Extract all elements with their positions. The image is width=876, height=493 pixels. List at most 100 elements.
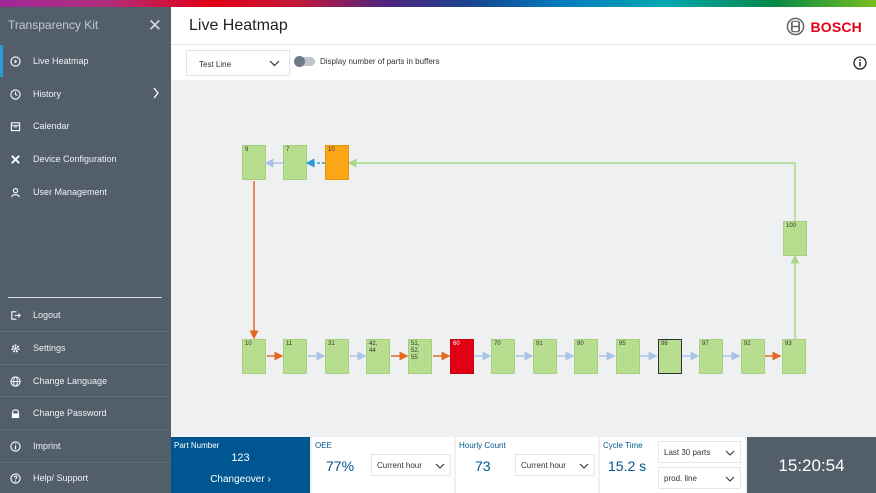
station[interactable]: 10 <box>242 339 266 374</box>
sidebar-item-label: User Management <box>33 187 108 197</box>
station[interactable]: 10 <box>325 145 349 180</box>
part-number-value: 123 <box>231 452 250 464</box>
chevron-down-icon <box>435 462 445 471</box>
chevron-down-icon <box>579 462 589 471</box>
sidebar-item-label: Settings <box>33 343 66 353</box>
sidebar-item-imprint[interactable]: Imprint <box>0 430 171 462</box>
sidebar-item-label: Help/ Support <box>33 473 89 483</box>
station[interactable]: 97 <box>699 339 723 374</box>
station[interactable]: 100 <box>783 221 807 256</box>
hourly-count-value: 73 <box>475 458 491 474</box>
line-select-value: Test Line <box>199 60 232 69</box>
part-number-card: Part Number 123 Changeover › <box>171 437 310 493</box>
sidebar-item-help-support[interactable]: Help/ Support <box>0 462 171 493</box>
chevron-down-icon <box>725 475 735 484</box>
station[interactable]: 93 <box>782 339 806 374</box>
info-icon <box>8 439 22 453</box>
sidebar-item-user-management[interactable]: User Management <box>0 176 171 208</box>
station[interactable]: 11 <box>283 339 307 374</box>
chevron-down-icon <box>269 60 280 69</box>
sidebar-divider <box>8 297 162 298</box>
sidebar-item-label: Calendar <box>33 121 70 131</box>
sidebar-item-label: History <box>33 89 62 99</box>
oee-period-value: Current hour <box>377 461 422 470</box>
bosch-armature-icon <box>787 17 805 36</box>
sidebar-item-label: Device Configuration <box>33 154 117 164</box>
station[interactable]: 42, 44 <box>366 339 390 374</box>
station[interactable]: 92 <box>741 339 765 374</box>
line-select[interactable]: Test Line <box>186 50 290 76</box>
station[interactable]: 70 <box>491 339 515 374</box>
tools-icon <box>8 152 22 166</box>
station[interactable]: 80 <box>574 339 598 374</box>
close-icon[interactable]: ✕ <box>148 17 162 34</box>
chevron-down-icon <box>725 449 735 458</box>
sidebar-item-label: Logout <box>33 310 61 320</box>
bosch-logo: BOSCH <box>786 17 862 36</box>
help-icon <box>8 471 22 485</box>
toolbar: Test Line Display number of parts in buf… <box>171 45 876 80</box>
cycle-scope-select[interactable]: prod. line <box>658 467 741 489</box>
app-title: Transparency Kit <box>8 18 99 32</box>
station[interactable]: 31 <box>325 339 349 374</box>
cycle-scope-value: prod. line <box>664 474 697 483</box>
kpi-bar: Part Number 123 Changeover › OEE 77% Cur… <box>171 437 876 493</box>
info-icon[interactable] <box>853 56 867 70</box>
brand-name: BOSCH <box>810 18 862 35</box>
calendar-icon <box>8 119 22 133</box>
gear-icon <box>8 341 22 355</box>
sidebar-item-calendar[interactable]: Calendar <box>0 110 171 142</box>
user-icon <box>8 185 22 199</box>
clock-icon <box>8 87 22 101</box>
oee-period-select[interactable]: Current hour <box>371 454 451 476</box>
clock-card: 15:20:54 <box>747 437 876 493</box>
sidebar-item-label: Change Password <box>33 408 107 418</box>
cycle-range-value: Last 30 parts <box>664 448 711 457</box>
cycle-time-value: 15.2 s <box>608 458 647 474</box>
buffer-count-toggle-label: Display number of parts in buffers <box>320 57 440 66</box>
changeover-label: Changeover <box>210 474 265 485</box>
oee-label: OEE <box>315 441 332 450</box>
clock: 15:20:54 <box>778 456 845 475</box>
cycle-time-card: Cycle Time 15.2 s Last 30 parts prod. li… <box>600 437 745 493</box>
heatmap-canvas: 9 7 10 100 10 11 31 42, 44 51, 52, 55 60… <box>171 80 876 437</box>
flow-arrow <box>347 158 796 221</box>
sidebar: Transparency Kit ✕ Live Heatmap History … <box>0 7 171 493</box>
buffer-count-toggle[interactable] <box>294 56 315 67</box>
station[interactable]: 95 <box>616 339 640 374</box>
sidebar-item-logout[interactable]: Logout <box>0 299 171 331</box>
flow-lines <box>249 158 800 361</box>
cycle-time-label: Cycle Time <box>603 441 643 450</box>
cycle-range-select[interactable]: Last 30 parts <box>658 441 741 463</box>
page-title: Live Heatmap <box>189 17 288 34</box>
play-circle-icon <box>8 54 22 68</box>
sidebar-item-device-configuration[interactable]: Device Configuration <box>0 143 171 175</box>
oee-card: OEE 77% Current hour <box>312 437 454 493</box>
station[interactable]: 7 <box>283 145 307 180</box>
header: Live Heatmap BOSCH <box>171 7 876 45</box>
hourly-period-select[interactable]: Current hour <box>515 454 595 476</box>
sidebar-item-label: Imprint <box>33 441 61 451</box>
changeover-button[interactable]: Changeover › <box>171 474 310 485</box>
brand-color-bar <box>0 0 876 7</box>
lock-icon <box>8 406 22 420</box>
sidebar-item-change-language[interactable]: Change Language <box>0 365 171 397</box>
logout-icon <box>8 308 22 322</box>
sidebar-header: Transparency Kit ✕ <box>0 7 171 43</box>
hourly-count-label: Hourly Count <box>459 441 506 450</box>
part-number-label: Part Number <box>174 441 220 450</box>
station[interactable]: 51, 52, 55 <box>408 339 432 374</box>
sidebar-item-settings[interactable]: Settings <box>0 332 171 364</box>
station[interactable]: 96 <box>658 339 682 374</box>
station[interactable]: 60 <box>450 339 474 374</box>
hourly-count-card: Hourly Count 73 Current hour <box>456 437 598 493</box>
sidebar-item-label: Change Language <box>33 376 108 386</box>
station[interactable]: 9 <box>242 145 266 180</box>
sidebar-item-label: Live Heatmap <box>33 56 89 66</box>
sidebar-item-history[interactable]: History <box>0 78 171 110</box>
oee-value: 77% <box>326 458 355 474</box>
sidebar-item-live-heatmap[interactable]: Live Heatmap <box>0 45 171 77</box>
station[interactable]: 91 <box>533 339 557 374</box>
chevron-right-icon <box>152 87 160 101</box>
sidebar-item-change-password[interactable]: Change Password <box>0 397 171 429</box>
